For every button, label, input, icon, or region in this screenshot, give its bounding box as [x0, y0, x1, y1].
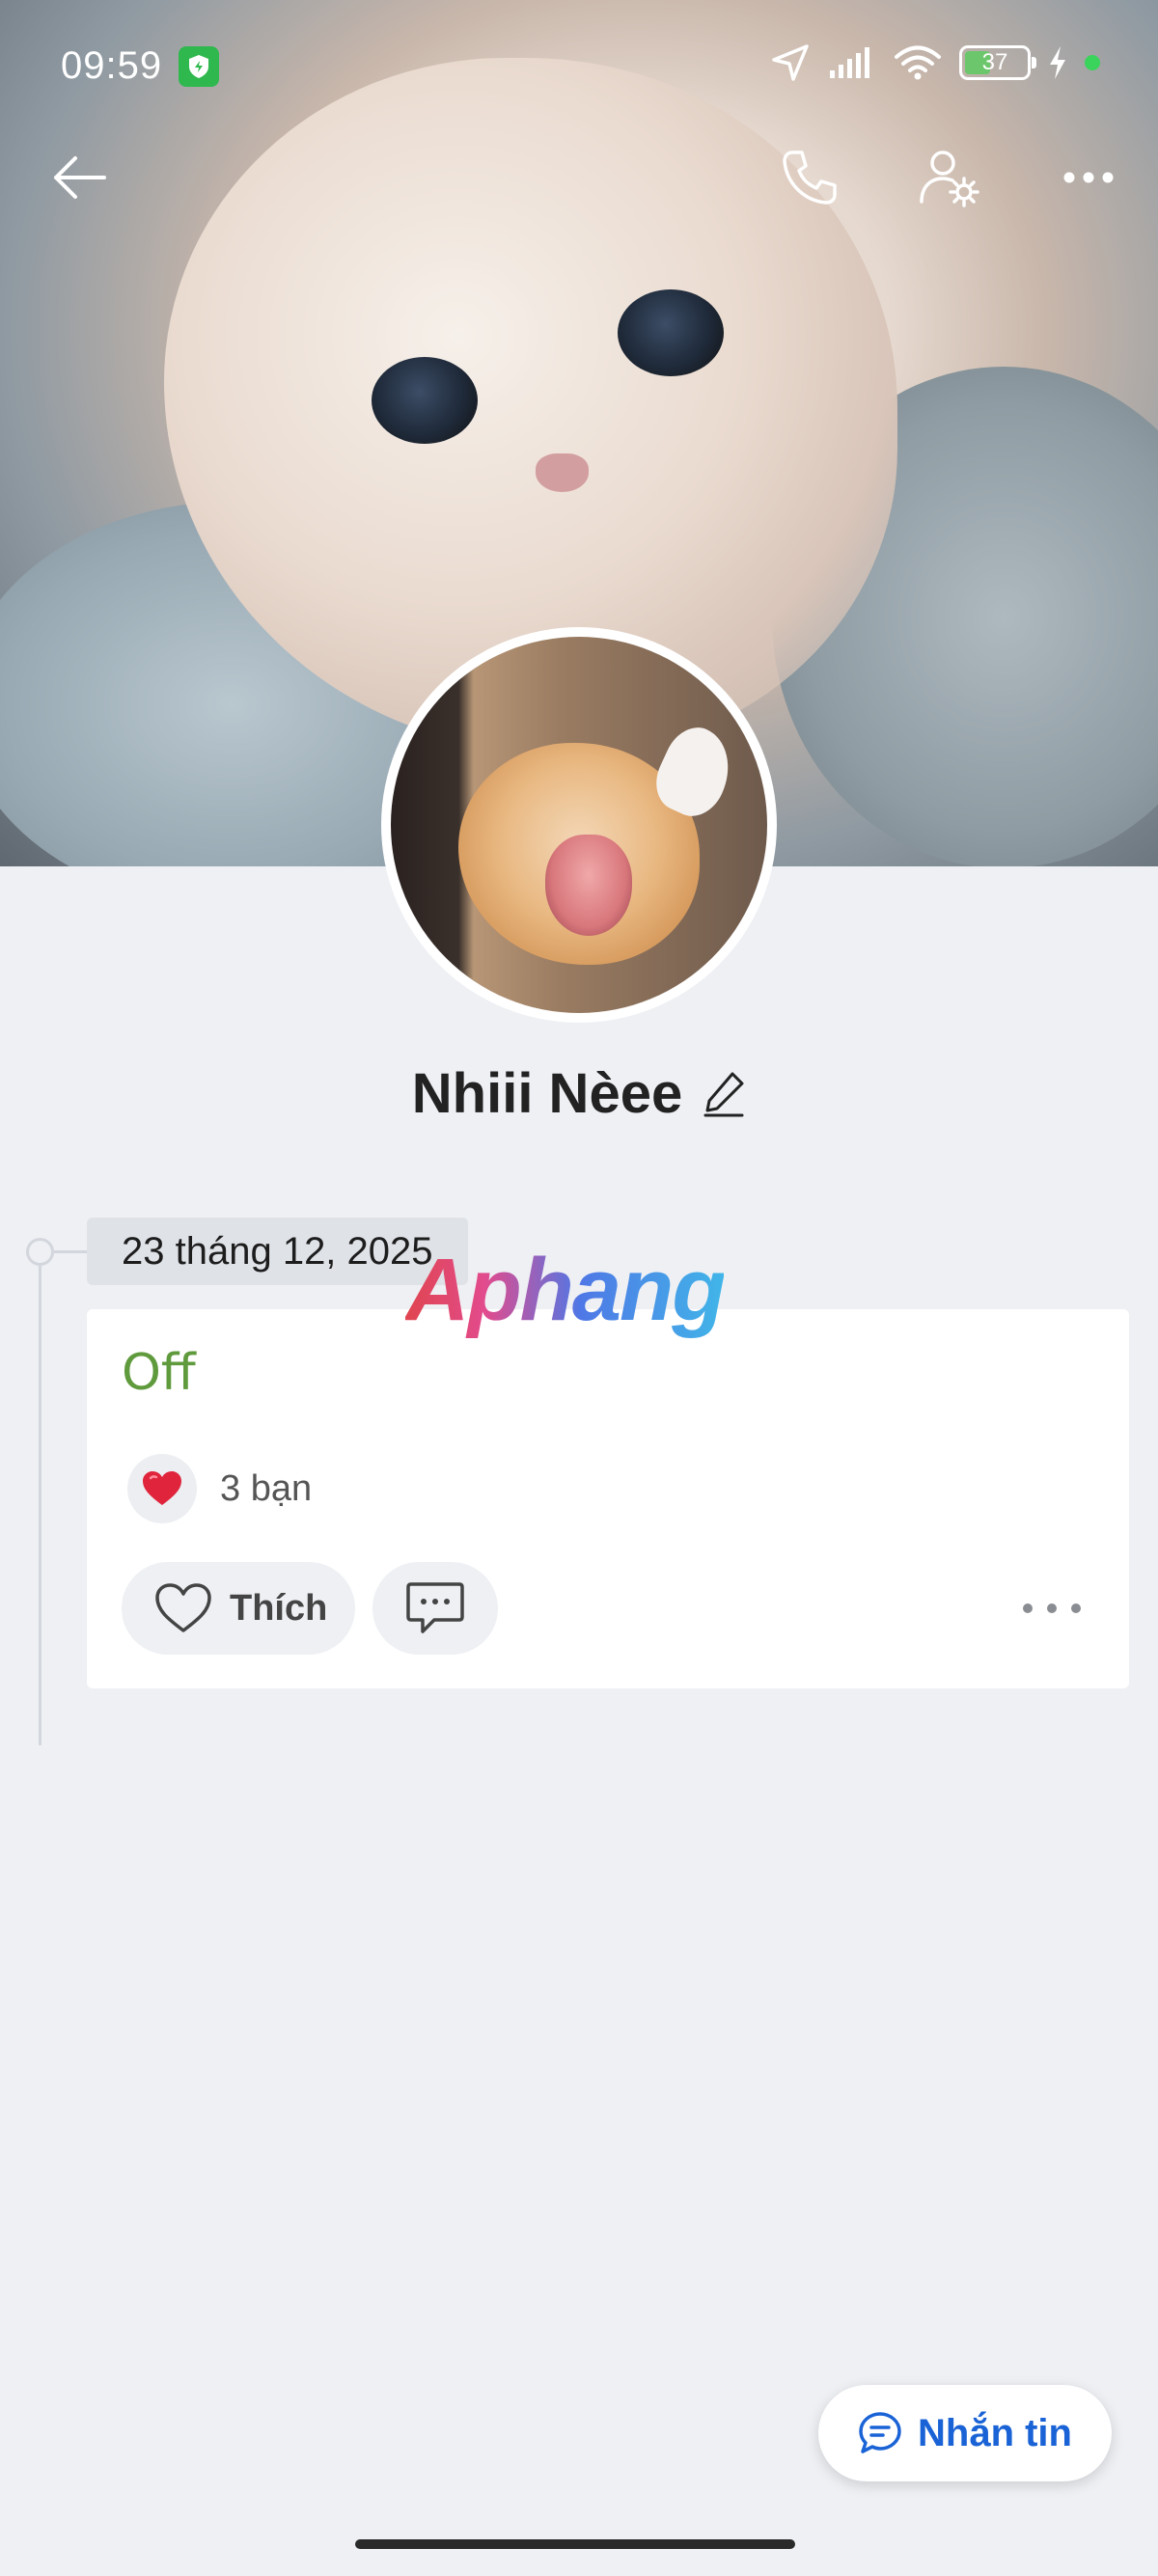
comment-icon — [406, 1582, 464, 1633]
timeline-dot — [26, 1238, 54, 1266]
battery-level: 37 — [981, 49, 1008, 75]
phone-icon — [783, 151, 837, 205]
reaction-count: 3 bạn — [220, 1467, 313, 1509]
status-bar: 09:59 37 — [0, 0, 1158, 130]
profile-name-row: Nhiii Nèee — [0, 1061, 1158, 1126]
send-message-button[interactable]: Nhắn tin — [818, 2385, 1112, 2481]
timeline-line — [39, 1251, 41, 1745]
cover-kitten-eye-right — [618, 289, 724, 376]
timeline-connector — [54, 1250, 87, 1253]
comment-button[interactable] — [372, 1562, 498, 1655]
profile-avatar[interactable] — [381, 627, 777, 1023]
charging-bolt-icon — [1050, 46, 1065, 79]
heart-icon — [127, 1454, 197, 1523]
send-message-label: Nhắn tin — [918, 2411, 1072, 2454]
home-indicator[interactable] — [355, 2539, 795, 2549]
more-dot — [1071, 1603, 1081, 1613]
cover-kitten-nose — [536, 453, 589, 492]
status-right: 37 — [770, 42, 1100, 83]
reaction-summary[interactable]: 3 bạn — [127, 1454, 312, 1523]
wifi-icon — [895, 45, 941, 80]
pencil-icon[interactable] — [703, 1070, 746, 1118]
status-post-card[interactable]: Off 3 bạn Thích — [87, 1309, 1129, 1688]
more-options-button[interactable] — [1054, 143, 1123, 212]
like-label: Thích — [230, 1587, 328, 1629]
more-dot — [1023, 1603, 1033, 1613]
avatar-image — [391, 637, 767, 1013]
call-button[interactable] — [775, 143, 844, 212]
watermark-logo: Aphang — [405, 1241, 726, 1339]
profile-name: Nhiii Nèee — [411, 1062, 683, 1125]
arrow-left-icon — [54, 156, 106, 199]
avatar-kitten-mouth — [545, 835, 632, 936]
user-settings-icon — [920, 151, 979, 207]
battery-icon: 37 — [959, 45, 1036, 80]
cover-kitten-eye-left — [372, 357, 478, 444]
post-status-text: Off — [122, 1344, 196, 1402]
heart-outline-icon — [155, 1583, 211, 1632]
location-arrow-icon — [772, 44, 809, 81]
status-time: 09:59 — [61, 44, 163, 87]
privacy-indicator-dot — [1085, 55, 1100, 70]
more-horizontal-icon — [1063, 172, 1114, 183]
more-dot — [1047, 1603, 1057, 1613]
profile-settings-button[interactable] — [915, 143, 984, 212]
like-button[interactable]: Thích — [122, 1562, 355, 1655]
shield-icon — [179, 46, 219, 87]
post-more-button[interactable] — [1023, 1589, 1081, 1628]
signal-icon — [830, 47, 869, 78]
chat-bubble-icon — [859, 2412, 901, 2453]
back-button[interactable] — [44, 143, 114, 212]
